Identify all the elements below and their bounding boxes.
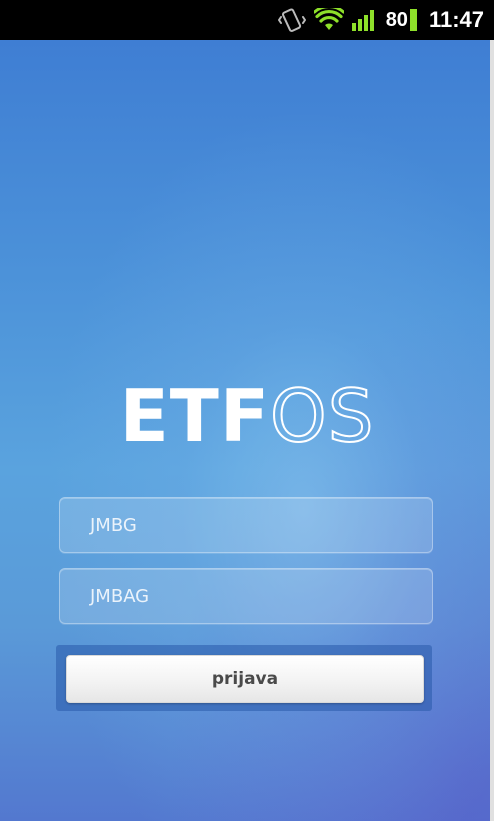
status-bar: 80 11:47	[0, 0, 494, 40]
wifi-icon	[313, 8, 344, 32]
jmbg-placeholder: JMBG	[90, 514, 137, 536]
app-logo: ETFOS	[0, 374, 494, 458]
jmbag-input[interactable]: JMBAG	[59, 568, 433, 624]
login-button[interactable]: prijava	[66, 655, 424, 703]
logo-text-solid: ETF	[119, 374, 271, 458]
vibrate-icon	[277, 7, 306, 33]
signal-icon	[351, 9, 378, 31]
battery-bar	[409, 9, 417, 31]
jmbag-placeholder: JMBAG	[90, 585, 150, 607]
logo-text-outline: OS	[269, 374, 375, 458]
battery-level: 80	[385, 8, 408, 31]
login-button-container: prijava	[56, 645, 432, 711]
battery-icon: 80	[386, 9, 417, 32]
phone-screen: 80 11:47 ETFOS JMBG JMBAG prijava	[0, 0, 494, 821]
jmbg-input[interactable]: JMBG	[59, 497, 433, 553]
clock: 11:47	[428, 7, 484, 32]
